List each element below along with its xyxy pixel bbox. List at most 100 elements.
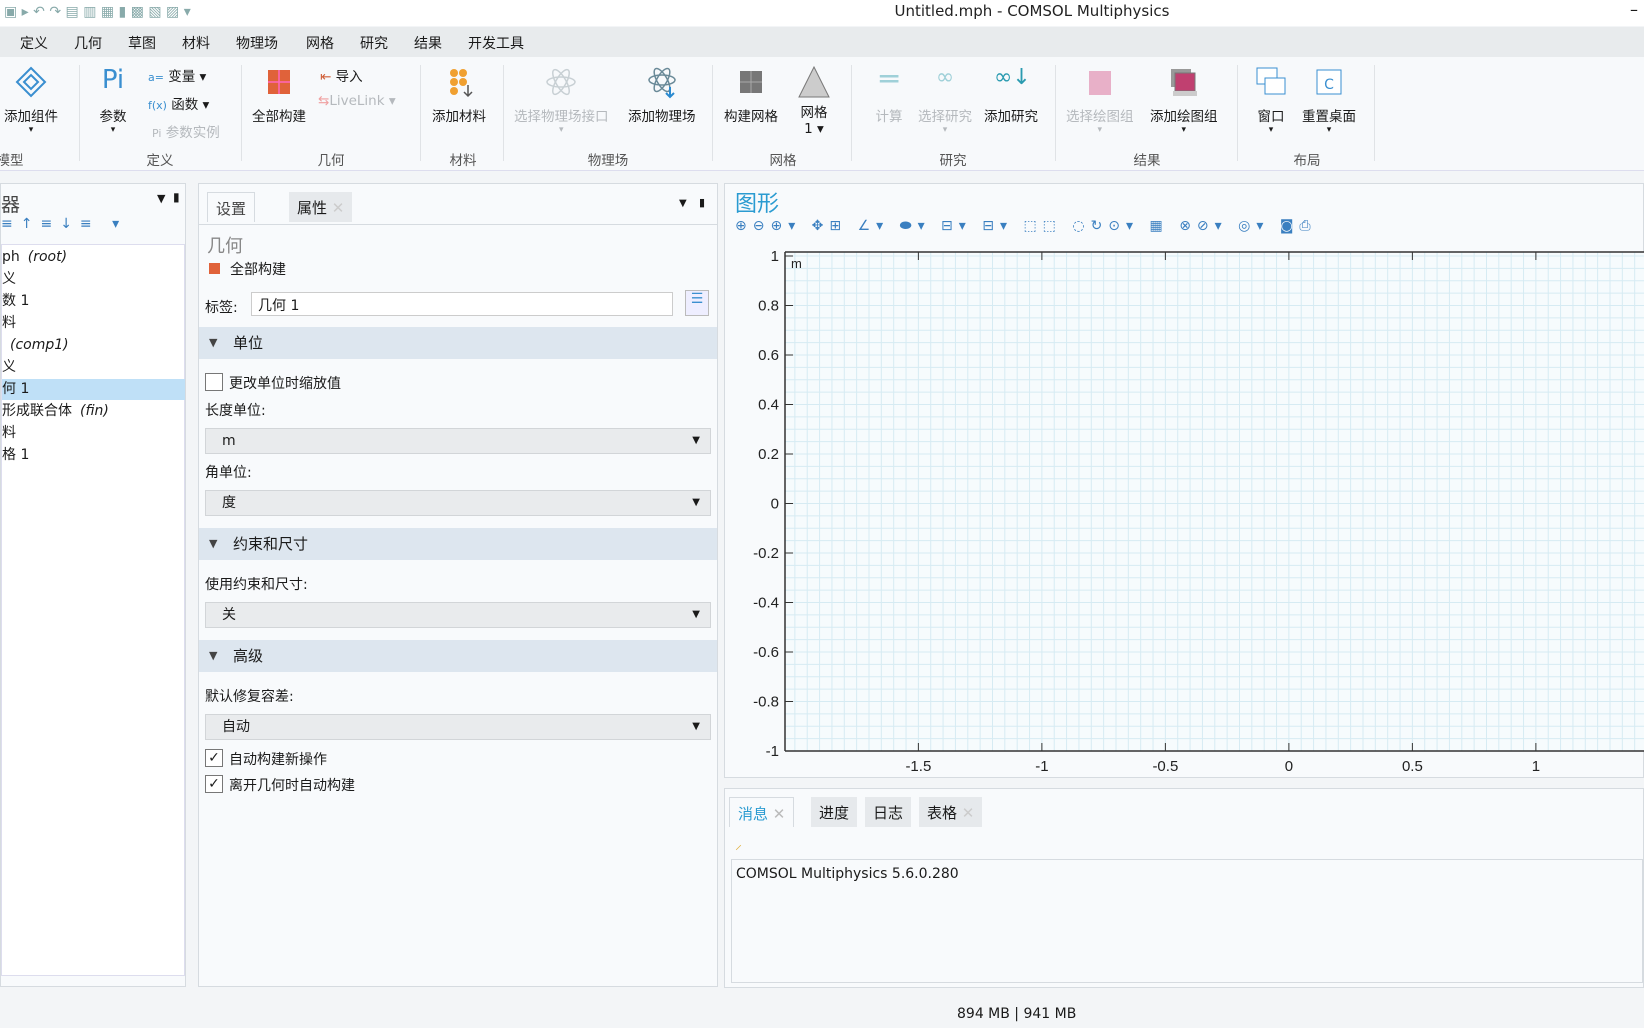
tab-properties[interactable]: 属性 ✕	[289, 192, 353, 222]
auto-build-new-checkbox[interactable]: ✓	[205, 749, 223, 767]
collapse-icon: ▼	[209, 537, 218, 550]
pin-icon[interactable]: ▮	[699, 196, 705, 209]
plot-group-icon	[1088, 71, 1111, 95]
tab-table[interactable]: 表格 ✕	[919, 797, 983, 827]
angle-unit-select[interactable]: 度 ▼	[205, 490, 711, 516]
close-icon[interactable]: ✕	[962, 804, 975, 822]
dropdown-arrow-icon: ▼	[692, 609, 700, 620]
select-study-button[interactable]: ∞ 选择研究 ▾	[918, 65, 972, 135]
add-material-button[interactable]: 添加材料	[432, 65, 486, 125]
menu-mesh[interactable]: 网格	[306, 33, 334, 53]
graphics-toolbar[interactable]: ⊕⊖⊕▾ ✥⊞ ∠▾ ⬬▾ ⊟▾ ⊟▾ ⬚⬚ ◌↻⊙▾ ▦ ⊗⊘▾ ◎▾ ◙⎙	[735, 218, 1317, 234]
group-label-physics: 物理场	[587, 153, 629, 169]
parameters-button[interactable]: Pi 参数 ▾	[96, 65, 130, 135]
tree-node[interactable]: 义	[2, 269, 185, 290]
clear-broom-icon[interactable]: ⸝	[735, 835, 742, 854]
menu-results[interactable]: 结果	[414, 33, 442, 53]
tree-node[interactable]: 格 1	[2, 445, 185, 466]
import-button[interactable]: ⇤ 导入	[320, 65, 363, 85]
tree-node[interactable]: 数 1	[2, 291, 185, 312]
tree-node[interactable]: 何 1	[2, 379, 185, 400]
svg-text:C: C	[1324, 77, 1334, 93]
select-physics-button[interactable]: 选择物理场接口 ▾	[514, 65, 609, 135]
y-tick-label: -0.2	[753, 545, 779, 562]
build-all-link[interactable]: 全部构建	[209, 259, 286, 279]
panel-menu-icon[interactable]: ▼	[157, 192, 165, 205]
comment-icon[interactable]: ☰	[685, 290, 709, 316]
repair-tolerance-select[interactable]: 自动 ▼	[205, 714, 711, 740]
windows-button[interactable]: 窗口 ▾	[1254, 65, 1288, 135]
tree-node-tag: (fin)	[80, 403, 109, 419]
auto-build-leave-checkbox[interactable]: ✓	[205, 775, 223, 793]
add-component-button[interactable]: 添加组件 ▾	[4, 65, 58, 135]
add-physics-button[interactable]: 添加物理场	[628, 65, 696, 125]
use-constraints-select[interactable]: 关 ▼	[205, 602, 711, 628]
add-study-button[interactable]: ∞↓ 添加研究	[984, 65, 1038, 125]
tree-node-label: 料	[2, 425, 16, 441]
tab-settings[interactable]: 设置	[207, 192, 256, 222]
tree-node[interactable]: 义	[2, 357, 185, 378]
menu-materials[interactable]: 材料	[182, 33, 210, 53]
label-input[interactable]: 几何 1	[251, 292, 673, 316]
menu-physics[interactable]: 物理场	[236, 33, 278, 53]
group-label-geometry: 几何	[317, 153, 345, 169]
group-label-definitions: 定义	[146, 153, 174, 169]
menu-sketch[interactable]: 草图	[128, 33, 156, 53]
build-mesh-button[interactable]: 构建网格	[724, 65, 778, 125]
y-tick-label: -1	[766, 743, 779, 760]
length-unit-select[interactable]: m ▼	[205, 428, 711, 454]
select-plot-group-button[interactable]: 选择绘图组 ▾	[1066, 65, 1134, 135]
tree-node[interactable]: (comp1)	[2, 335, 185, 356]
minimize-button[interactable]: –	[1630, 0, 1638, 19]
memory-status: 894 MB | 941 MB	[957, 1006, 1077, 1022]
menu-developer[interactable]: 开发工具	[468, 33, 524, 53]
tree-node-label: 何 1	[2, 381, 30, 397]
scale-values-checkbox[interactable]	[205, 373, 223, 391]
y-tick-label: 0.2	[758, 446, 779, 463]
parameter-cases-button[interactable]: Pi 参数实例	[152, 121, 220, 141]
glasses-icon: ∞	[935, 65, 955, 90]
pin-icon[interactable]: ▮	[173, 190, 180, 204]
tree-node[interactable]: 形成联合体 (fin)	[2, 401, 185, 422]
triangle-mesh-icon	[798, 65, 830, 98]
y-tick-label: 0.6	[758, 347, 779, 364]
livelink-button[interactable]: ⇆LiveLink ▾	[318, 93, 396, 109]
group-label-model: 模型	[0, 153, 24, 169]
dropdown-arrow-icon: ▼	[692, 435, 700, 446]
tree-node[interactable]: 料	[2, 313, 185, 334]
tab-log[interactable]: 日志	[865, 797, 912, 827]
section-units[interactable]: ▼ 单位	[199, 327, 717, 359]
tab-messages[interactable]: 消息 ✕	[729, 797, 795, 827]
build-all-button[interactable]: 全部构建	[252, 65, 306, 125]
variables-button[interactable]: a= 变量 ▾	[148, 65, 206, 85]
close-icon[interactable]: ✕	[773, 805, 786, 823]
tree-node[interactable]: ph (root)	[2, 247, 185, 268]
tree-node-tag: (root)	[27, 249, 68, 265]
graphics-panel: 图形 ⊕⊖⊕▾ ✥⊞ ∠▾ ⬬▾ ⊟▾ ⊟▾ ⬚⬚ ◌↻⊙▾ ▦ ⊗⊘▾ ◎▾ …	[724, 183, 1644, 778]
section-advanced[interactable]: ▼ 高级	[199, 640, 717, 672]
auto-build-leave-label: 离开几何时自动构建	[229, 778, 355, 794]
add-plot-group-button[interactable]: 添加绘图组 ▾	[1150, 65, 1218, 135]
x-tick-label: 1	[1532, 758, 1540, 775]
menu-geometry[interactable]: 几何	[74, 33, 102, 53]
graphics-canvas[interactable]: -1.5 -1 -0.5 0 0.5 1 1 0.8 0.6 0.4 0.2 0 -0.2 -0.4 -0.…	[725, 244, 1644, 779]
section-constraints[interactable]: ▼ 约束和尺寸	[199, 528, 717, 560]
panel-title: 器	[1, 194, 21, 216]
reset-desktop-button[interactable]: C 重置桌面 ▾	[1302, 65, 1356, 135]
menu-definitions[interactable]: 定义	[20, 33, 48, 53]
tab-progress[interactable]: 进度	[811, 797, 858, 827]
compute-button[interactable]: ═ 计算	[872, 65, 906, 126]
menu-study[interactable]: 研究	[360, 33, 388, 53]
panel-menu-icon[interactable]: ▼	[679, 198, 687, 209]
x-tick-label: -1	[1035, 758, 1048, 775]
y-tick-label: 0	[771, 496, 779, 513]
close-icon[interactable]: ✕	[332, 199, 345, 217]
mesh1-button[interactable]: 网格 1 ▾	[796, 65, 832, 137]
material-icon	[450, 69, 473, 98]
dropdown-arrow-icon: ▼	[692, 721, 700, 732]
model-tree: ph (root) 义数 1 料 (comp1) 义何 1 形成联合体 (fin) 料格 1	[1, 244, 185, 976]
functions-button[interactable]: f(x) 函数 ▾	[148, 93, 209, 113]
component-icon	[15, 66, 47, 98]
tree-node[interactable]: 料	[2, 423, 185, 444]
tree-toolbar[interactable]: ≡↑≡↓≡ ▾	[1, 216, 127, 232]
